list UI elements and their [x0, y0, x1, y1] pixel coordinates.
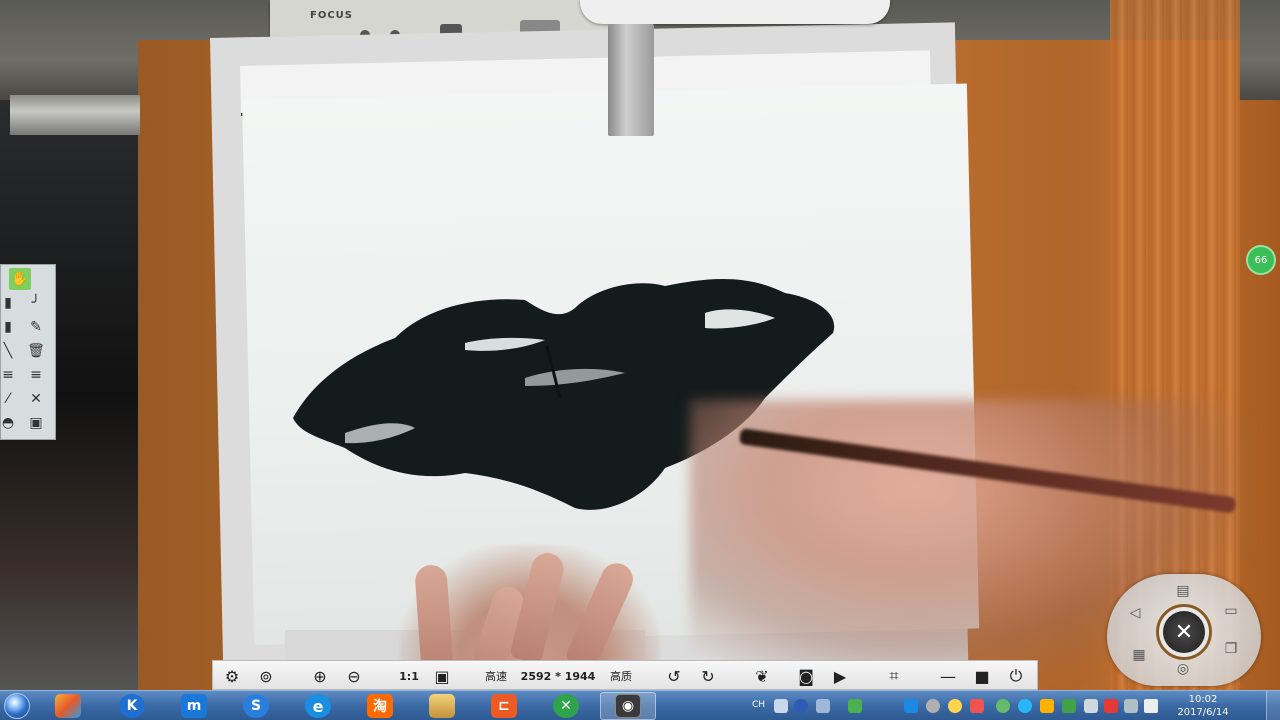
tray-app-icon[interactable]	[948, 699, 962, 713]
battery-icon[interactable]	[848, 699, 862, 713]
pencil-icon[interactable]: ▮	[0, 292, 19, 314]
expand-icon[interactable]: ✕	[25, 388, 47, 410]
hand-icon[interactable]: ✋	[9, 268, 31, 290]
volume-icon[interactable]	[1144, 699, 1158, 713]
tray-app-icon[interactable]	[1040, 699, 1054, 713]
user-camera-icon[interactable]: ◎	[1170, 658, 1196, 680]
show-desktop-button[interactable]	[1266, 691, 1280, 720]
device-brand-label: FOCUS	[310, 10, 353, 21]
eyedropper-icon[interactable]: ⁄	[0, 388, 19, 410]
ratio-button[interactable]: 1:1	[395, 661, 423, 691]
minimize-icon[interactable]: —	[935, 661, 961, 691]
clock-date: 2017/6/14	[1177, 707, 1229, 718]
brush-icon[interactable]: ✎	[25, 316, 47, 338]
tray-app-icon[interactable]	[1018, 699, 1032, 713]
zoom-out-icon[interactable]: ⊖	[341, 661, 367, 691]
resolution-label[interactable]: 2592 * 1944	[519, 661, 597, 691]
taskbar-app[interactable]: ✕	[538, 692, 594, 720]
trash-icon[interactable]: 🗑	[25, 340, 47, 362]
stack-icon[interactable]: ▤	[1170, 580, 1196, 602]
tray-app-icon[interactable]	[926, 699, 940, 713]
tray-app-icon[interactable]	[1062, 699, 1076, 713]
feed-camera-head	[580, 0, 890, 24]
internet-explorer-icon: e	[305, 694, 331, 718]
app-m-icon: m	[181, 694, 207, 718]
keyboard-icon[interactable]	[774, 699, 788, 713]
close-button[interactable]: ✕	[1156, 604, 1212, 660]
clock-time: 10:02	[1188, 694, 1218, 705]
fullscreen-icon[interactable]: ▣	[429, 661, 455, 691]
tray-app-icon[interactable]	[970, 699, 984, 713]
document-icon[interactable]: ▦	[1126, 644, 1152, 666]
camera-app-icon: ◉	[615, 694, 641, 718]
folder-group-icon	[55, 694, 81, 718]
taskbar-app[interactable]: K	[104, 692, 160, 720]
spreadsheet-icon: ✕	[553, 694, 579, 718]
settings-tray-icon[interactable]	[816, 699, 830, 713]
align-left-icon[interactable]: ≡	[0, 364, 19, 386]
zoom-fit-icon[interactable]: ⊚	[253, 661, 279, 691]
tray-app-icon[interactable]	[904, 699, 918, 713]
annotation-toolbar: ✋ ▮ ╯ ▮ ✎ ╲ 🗑 ≡ ≡ ⁄ ✕ ◓ ▣	[0, 264, 56, 440]
maximize-icon[interactable]: ■	[969, 661, 995, 691]
rotate-right-icon[interactable]: ↻	[695, 661, 721, 691]
file-explorer-icon	[429, 694, 455, 718]
crop-icon[interactable]: ⌗	[881, 661, 907, 691]
side-badge[interactable]: 66	[1246, 245, 1276, 275]
pen-curve-icon[interactable]: ╯	[25, 292, 47, 314]
marker-icon[interactable]: ▮	[0, 316, 19, 338]
control-bar: ⚙ ⊚ ⊕ ⊖ 1:1 ▣ 高速 2592 * 1944 高质 ↺ ↻ ❦ ◙ …	[212, 660, 1038, 690]
taskbar-app[interactable]: m	[166, 692, 222, 720]
power-icon[interactable]: ⏻	[1003, 661, 1029, 691]
start-button[interactable]	[0, 691, 34, 720]
align-justify-icon[interactable]: ≡	[25, 364, 47, 386]
taskbar-app[interactable]: 淘	[352, 692, 408, 720]
arrow-left-icon[interactable]: ◁	[1122, 602, 1148, 624]
clock[interactable]: 10:02 2017/6/14	[1168, 693, 1238, 719]
quality-label[interactable]: 高质	[603, 661, 639, 691]
screen: FOCUS ✋ ▮ ╯ ▮ ✎ ╲ 🗑 ≡ ≡ ⁄ ✕ ◓ ▣ 66 ▤ ◁ ▭…	[0, 0, 1280, 720]
camera-feed[interactable]: FOCUS	[0, 0, 1280, 690]
feed-shelf	[10, 95, 140, 135]
presentation-icon: ⊏	[491, 694, 517, 718]
display-icon[interactable]	[1124, 699, 1138, 713]
feed-camera-arm	[608, 24, 654, 136]
language-indicator[interactable]: CH	[752, 700, 765, 710]
speed-label[interactable]: 高速	[479, 661, 513, 691]
camera-icon[interactable]: ◙	[793, 661, 819, 691]
flag-icon[interactable]	[1104, 699, 1118, 713]
video-icon[interactable]: ▶	[827, 661, 853, 691]
settings-icon[interactable]: ⚙	[219, 661, 245, 691]
tray-app-icon[interactable]	[996, 699, 1010, 713]
windows-logo-icon	[4, 693, 30, 719]
sogou-icon: S	[243, 694, 269, 718]
save-icon[interactable]: ▣	[25, 412, 47, 434]
windows-icon[interactable]: ❐	[1218, 638, 1244, 660]
close-icon: ✕	[1163, 611, 1205, 653]
taobao-icon: 淘	[367, 694, 393, 718]
scan-icon[interactable]: ▭	[1218, 600, 1244, 622]
taskbar-app[interactable]	[414, 692, 470, 720]
rotate-left-icon[interactable]: ↺	[661, 661, 687, 691]
taskbar: K m S e 淘 ⊏ ✕ ◉ CH 10:02 2017/6/14	[0, 690, 1280, 720]
network-icon[interactable]	[1084, 699, 1098, 713]
kugou-icon: K	[119, 694, 145, 718]
zoom-in-icon[interactable]: ⊕	[307, 661, 333, 691]
taskbar-app-active[interactable]: ◉	[600, 692, 656, 720]
butterfly-icon[interactable]: ❦	[749, 661, 775, 691]
taskbar-app[interactable]: e	[290, 692, 346, 720]
line-icon[interactable]: ╲	[0, 340, 19, 362]
taskbar-app[interactable]	[40, 692, 96, 720]
help-icon[interactable]	[794, 699, 808, 713]
taskbar-app[interactable]: S	[228, 692, 284, 720]
taskbar-app[interactable]: ⊏	[476, 692, 532, 720]
eraser-icon[interactable]: ◓	[0, 412, 19, 434]
